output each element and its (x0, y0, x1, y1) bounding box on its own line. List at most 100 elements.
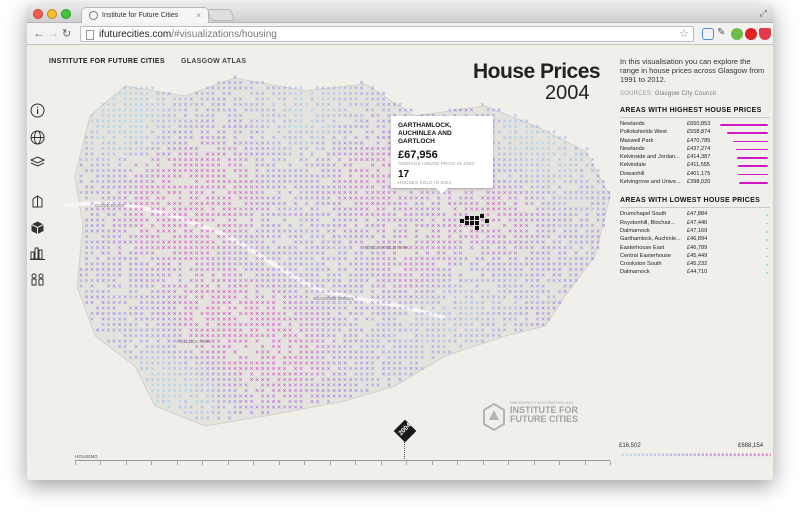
price-cell[interactable]: × (206, 185, 210, 192)
price-cell[interactable]: × (151, 388, 155, 395)
price-cell[interactable]: × (211, 410, 215, 417)
price-cell[interactable]: × (90, 300, 94, 307)
price-row[interactable]: Drumchapel South £47,884 (620, 211, 770, 219)
timeline-tick[interactable] (125, 461, 127, 465)
price-cell[interactable]: × (239, 130, 243, 137)
price-cell[interactable]: × (387, 278, 391, 285)
price-cell[interactable]: × (475, 289, 479, 296)
price-cell[interactable]: × (387, 383, 391, 390)
forward-icon[interactable]: → (47, 26, 59, 40)
selected-area-cell[interactable] (465, 216, 469, 220)
price-cell[interactable]: × (217, 201, 221, 208)
price-cell[interactable]: × (371, 317, 375, 324)
price-cell[interactable]: × (134, 152, 138, 159)
price-cell[interactable]: × (596, 218, 600, 225)
price-cell[interactable]: × (277, 130, 281, 137)
price-cell[interactable]: × (569, 245, 573, 252)
price-cell[interactable]: × (574, 196, 578, 203)
price-cell[interactable]: × (552, 152, 556, 159)
price-cell[interactable]: × (206, 289, 210, 296)
price-cell[interactable]: × (277, 405, 281, 412)
price-row[interactable]: Garthamlock, Auchinle... £46,894 (620, 236, 770, 244)
price-cell[interactable]: × (283, 124, 287, 131)
selected-area-cell[interactable] (475, 216, 479, 220)
price-cell[interactable]: × (376, 157, 380, 164)
price-cell[interactable]: × (371, 163, 375, 170)
price-cell[interactable]: × (343, 394, 347, 401)
price-cell[interactable]: × (481, 339, 485, 346)
price-cell[interactable]: × (255, 80, 259, 87)
price-cell[interactable]: × (288, 91, 292, 98)
price-cell[interactable]: × (437, 300, 441, 307)
price-cell[interactable]: × (371, 113, 375, 120)
price-cell[interactable]: × (239, 262, 243, 269)
price-cell[interactable]: × (118, 284, 122, 291)
price-cell[interactable]: × (503, 295, 507, 302)
price-cell[interactable]: × (310, 152, 314, 159)
price-cell[interactable]: × (85, 278, 89, 285)
price-cell[interactable]: × (431, 245, 435, 252)
price-cell[interactable]: × (453, 306, 457, 313)
price-cell[interactable]: × (211, 229, 215, 236)
price-cell[interactable]: × (222, 108, 226, 115)
price-cell[interactable]: × (316, 372, 320, 379)
price-cell[interactable]: × (299, 328, 303, 335)
price-cell[interactable]: × (266, 256, 270, 263)
price-cell[interactable]: × (486, 322, 490, 329)
price-cell[interactable]: × (338, 394, 342, 401)
price-cell[interactable]: × (189, 174, 193, 181)
price-cell[interactable]: × (123, 240, 127, 247)
price-cell[interactable]: × (497, 119, 501, 126)
price-cell[interactable]: × (365, 108, 369, 115)
price-cell[interactable]: × (217, 223, 221, 230)
price-cell[interactable]: × (107, 212, 111, 219)
price-cell[interactable]: × (387, 218, 391, 225)
price-cell[interactable]: × (206, 399, 210, 406)
price-cell[interactable]: × (497, 333, 501, 340)
back-icon[interactable]: ← (33, 26, 45, 40)
price-cell[interactable]: × (305, 361, 309, 368)
price-cell[interactable]: × (332, 190, 336, 197)
price-cell[interactable]: × (376, 102, 380, 109)
price-cell[interactable]: × (277, 350, 281, 357)
price-cell[interactable]: × (530, 201, 534, 208)
price-cell[interactable]: × (376, 179, 380, 186)
price-cell[interactable]: × (211, 141, 215, 148)
timeline-tick[interactable] (253, 461, 255, 465)
price-cell[interactable]: × (503, 168, 507, 175)
price-cell[interactable]: × (332, 207, 336, 214)
price-cell[interactable]: × (112, 185, 116, 192)
price-cell[interactable]: × (332, 97, 336, 104)
price-cell[interactable]: × (376, 124, 380, 131)
price-cell[interactable]: × (228, 124, 232, 131)
price-cell[interactable]: × (310, 108, 314, 115)
price-cell[interactable]: × (288, 306, 292, 313)
price-cell[interactable]: × (530, 306, 534, 313)
price-cell[interactable]: × (365, 234, 369, 241)
price-cell[interactable]: × (409, 218, 413, 225)
price-cell[interactable]: × (162, 196, 166, 203)
price-cell[interactable]: × (222, 278, 226, 285)
price-cell[interactable]: × (349, 102, 353, 109)
price-cell[interactable]: × (134, 163, 138, 170)
price-cell[interactable]: × (134, 295, 138, 302)
price-cell[interactable]: × (151, 119, 155, 126)
price-cell[interactable]: × (332, 256, 336, 263)
price-cell[interactable]: × (525, 179, 529, 186)
price-cell[interactable]: × (486, 333, 490, 340)
price-cell[interactable]: × (178, 174, 182, 181)
price-cell[interactable]: × (239, 212, 243, 219)
price-cell[interactable]: × (277, 157, 281, 164)
price-cell[interactable]: × (393, 190, 397, 197)
price-cell[interactable]: × (365, 157, 369, 164)
price-cell[interactable]: × (343, 113, 347, 120)
price-cell[interactable]: × (503, 251, 507, 258)
price-cell[interactable]: × (112, 339, 116, 346)
price-cell[interactable]: × (437, 212, 441, 219)
price-cell[interactable]: × (189, 207, 193, 214)
price-cell[interactable]: × (299, 196, 303, 203)
price-cell[interactable]: × (316, 399, 320, 406)
price-cell[interactable]: × (228, 91, 232, 98)
timeline-tick[interactable] (100, 461, 102, 465)
price-cell[interactable]: × (96, 328, 100, 335)
